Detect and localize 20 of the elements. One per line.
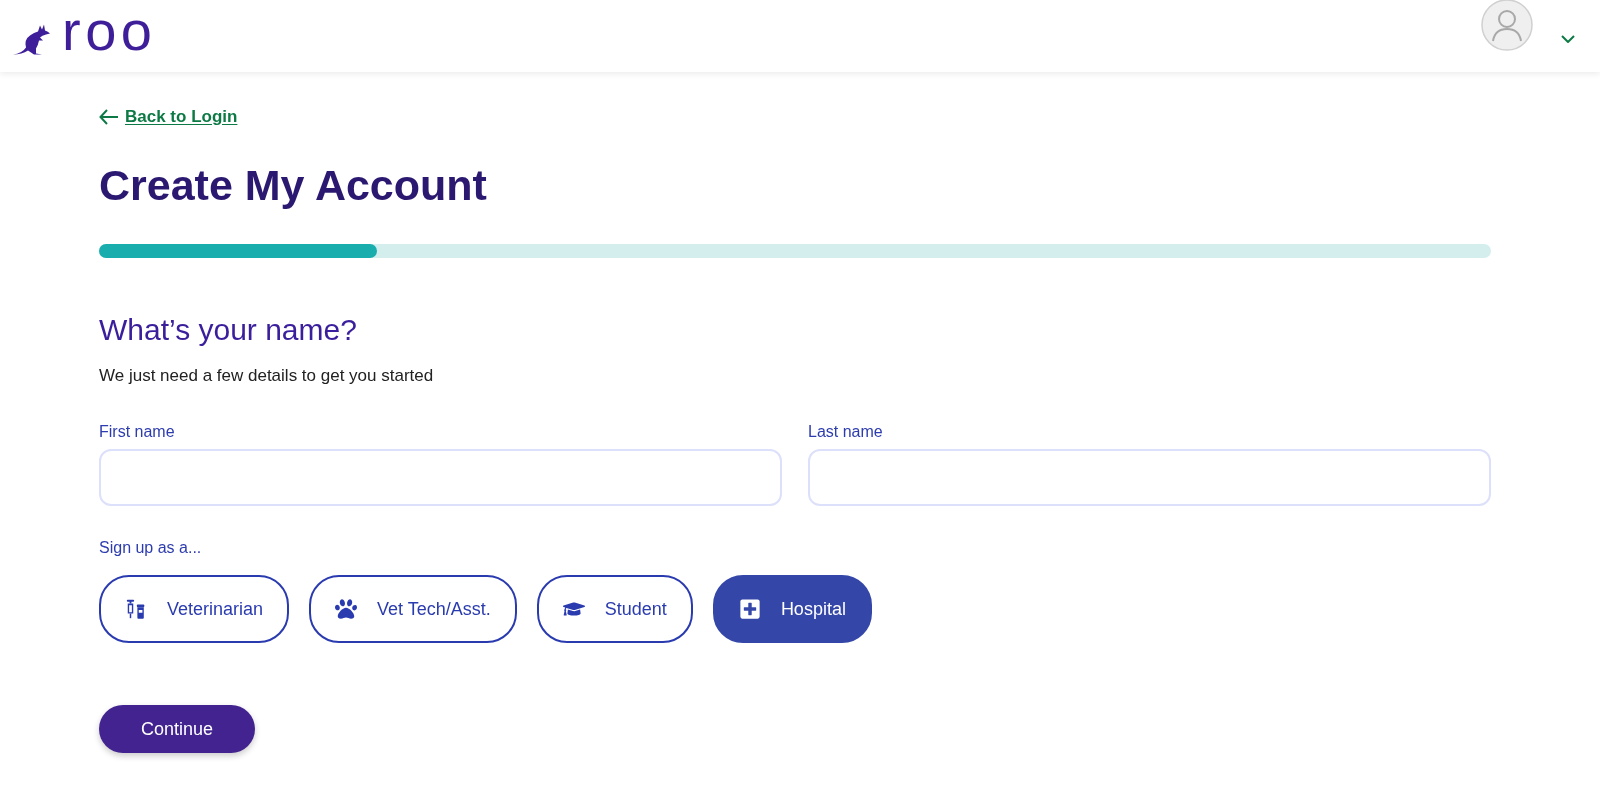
section-subtitle: We just need a few details to get you started: [99, 365, 434, 387]
avatar-icon[interactable]: [1481, 0, 1533, 51]
page-title: Create My Account: [99, 161, 487, 209]
arrow-left-icon: [99, 109, 119, 125]
text-field[interactable]: [99, 449, 782, 506]
section-heading: What’s your name?: [99, 312, 357, 348]
role-option-button[interactable]: Student: [536, 575, 693, 643]
back-to-login-link[interactable]: Back to Login: [99, 105, 238, 129]
role-option-button[interactable]: Vet Tech/Asst.: [309, 575, 517, 643]
field-label: Last name: [808, 422, 883, 442]
text-field[interactable]: [808, 449, 1491, 506]
role-option-button[interactable]: Veterinarian: [99, 575, 290, 643]
role-prompt: Sign up as a...: [99, 538, 202, 558]
chevron-down-icon[interactable]: [1561, 35, 1575, 43]
syringe-vial-icon: [125, 598, 147, 620]
logo-text: roo: [62, 3, 157, 59]
role-option-button[interactable]: Hospital: [712, 575, 872, 643]
continue-button[interactable]: Continue: [99, 705, 255, 753]
paw-icon: [335, 598, 358, 620]
field-label: First name: [99, 422, 175, 442]
